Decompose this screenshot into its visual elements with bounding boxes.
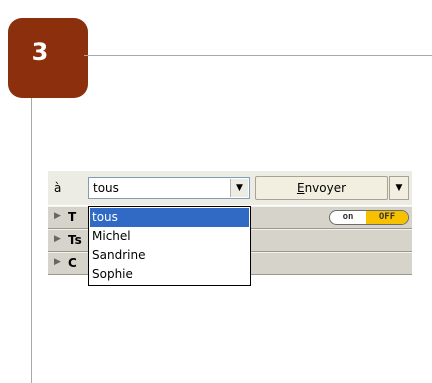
left-divider	[31, 98, 32, 383]
expand-arrow-icon[interactable]: ▶	[54, 234, 61, 244]
expand-arrow-icon[interactable]: ▶	[54, 211, 61, 221]
send-button-label: nvoyer	[304, 181, 347, 195]
recipient-label: à	[54, 181, 62, 195]
dropdown-option-tous[interactable]: tous	[90, 208, 249, 227]
top-divider	[84, 55, 432, 56]
send-options-button[interactable]: ▼	[389, 176, 409, 200]
expand-arrow-icon[interactable]: ▶	[54, 257, 61, 267]
recipient-combobox[interactable]: tous ▼	[88, 177, 250, 199]
panel-row-title: C	[68, 256, 77, 270]
recipient-value: tous	[93, 181, 119, 195]
toggle-off-label: OFF	[366, 211, 408, 224]
send-button[interactable]: Envoyer	[255, 176, 388, 200]
dropdown-option-michel[interactable]: Michel	[90, 227, 249, 246]
step-badge: 3	[8, 18, 88, 98]
send-button-mnemonic: E	[296, 181, 305, 195]
on-off-toggle[interactable]: on OFF	[329, 210, 409, 225]
recipient-dropdown-list: tous Michel Sandrine Sophie	[88, 206, 251, 286]
dropdown-option-sandrine[interactable]: Sandrine	[90, 246, 249, 265]
panel-row-title: T	[68, 210, 77, 224]
step-number: 3	[31, 38, 49, 66]
chevron-down-icon: ▼	[395, 183, 403, 193]
dropdown-option-sophie[interactable]: Sophie	[90, 265, 249, 284]
chevron-down-icon[interactable]: ▼	[230, 179, 248, 197]
panel-row-title: Ts	[68, 233, 82, 247]
chat-panel: à tous ▼ Envoyer ▼ ▶ T on OFF ▶ Ts ▶ C t…	[48, 171, 412, 289]
toggle-on-label: on	[342, 212, 354, 222]
send-toolbar: à tous ▼ Envoyer ▼	[48, 171, 412, 205]
